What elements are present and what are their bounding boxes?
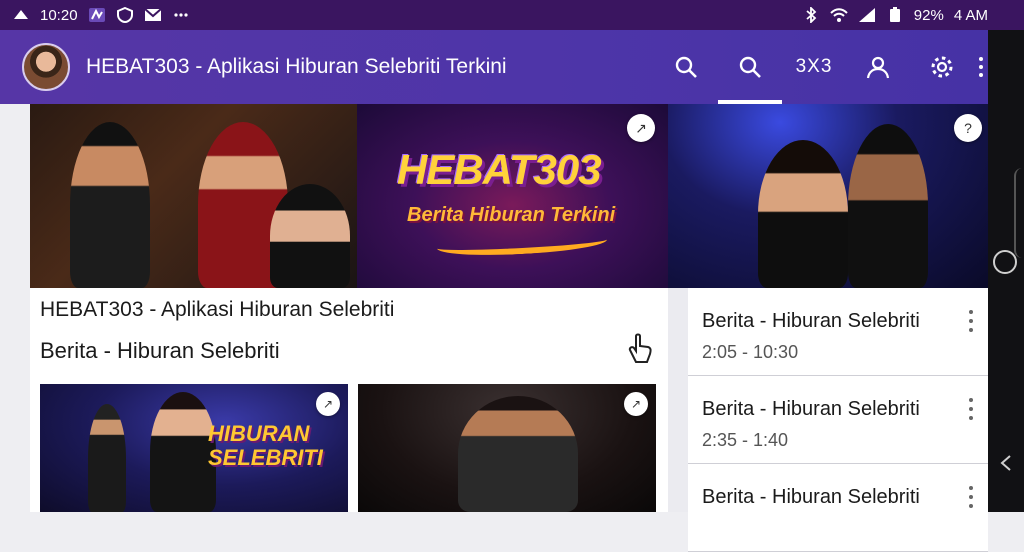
avatar[interactable] — [22, 43, 70, 91]
hero-logo-title: HEBAT303 — [397, 146, 602, 193]
more-vert-icon[interactable] — [968, 398, 974, 420]
hero-photo-celebrities[interactable] — [30, 104, 357, 288]
app-title: HEBAT303 - Aplikasi Hiburan Selebriti Te… — [86, 55, 507, 78]
code-label: 3X3 — [795, 56, 833, 77]
help-icon[interactable]: ? — [954, 114, 982, 142]
bluetooth-icon — [802, 7, 820, 23]
thumbnail-red-carpet[interactable]: HIBURAN SELEBRITI ↗ — [40, 384, 348, 512]
battery-icon — [886, 7, 904, 23]
search-icon — [675, 56, 697, 78]
list-item-time: 2:05 - 10:30 — [702, 342, 799, 362]
hero-logo-subtitle: Berita Hiburan Terkini — [407, 204, 616, 226]
back-icon[interactable] — [998, 455, 1014, 471]
battery-percent: 92% — [913, 6, 944, 24]
thumbnail-concert[interactable]: ↗ — [358, 384, 656, 512]
logo-swoosh — [436, 229, 608, 259]
overflow-menu-icon[interactable] — [974, 30, 988, 104]
app-icon — [88, 7, 106, 23]
card-subheadline: Berita - Hiburan Selebriti — [40, 338, 280, 363]
search-icon — [739, 56, 761, 78]
pointer-hand-icon[interactable] — [626, 332, 656, 366]
share-icon[interactable]: ↗ — [624, 392, 648, 416]
more-vert-icon[interactable] — [968, 486, 974, 508]
share-icon[interactable]: ↗ — [627, 114, 655, 142]
featured-card[interactable]: HEBAT303 - Aplikasi Hiburan Selebriti Be… — [30, 288, 668, 512]
status-time: 10:20 — [40, 6, 78, 24]
list-item-title: Berita - Hiburan Selebriti — [702, 310, 920, 332]
signal-icon — [858, 7, 876, 23]
card-headline: HEBAT303 - Aplikasi Hiburan Selebriti — [40, 298, 395, 321]
app-bar: HEBAT303 - Aplikasi Hiburan Selebriti Te… — [0, 30, 988, 104]
mail-icon — [143, 7, 162, 23]
hero-banner-logo[interactable]: HEBAT303 Berita Hiburan Terkini ↗ — [357, 104, 668, 288]
list-item-title: Berita - Hiburan Selebriti — [702, 486, 920, 508]
search-button[interactable] — [654, 30, 718, 104]
share-icon[interactable]: ↗ — [316, 392, 340, 416]
edge-panel-handle[interactable] — [1014, 168, 1024, 258]
search-tab-button[interactable] — [718, 30, 782, 104]
code-button[interactable]: 3X3 — [782, 30, 846, 104]
notification-icon — [12, 7, 30, 23]
hero-photo-couple[interactable]: ? — [668, 104, 988, 288]
more-vert-icon[interactable] — [968, 310, 974, 332]
list-item[interactable]: Berita - Hiburan Selebriti 2:35 - 1:40 — [688, 376, 988, 464]
settings-icon — [931, 56, 953, 78]
thumbnail-logo-text: HIBURAN SELEBRITI — [208, 421, 323, 470]
shield-icon — [116, 7, 134, 23]
status-bar: 10:20 92% 4 AM — [0, 0, 1024, 30]
list-item[interactable]: Berita - Hiburan Selebriti — [688, 464, 988, 552]
system-nav-rail — [988, 30, 1024, 512]
list-item[interactable]: Berita - Hiburan Selebriti 2:05 - 10:30 — [688, 288, 988, 376]
settings-button[interactable] — [910, 30, 974, 104]
news-list: Berita - Hiburan Selebriti 2:05 - 10:30 … — [688, 288, 988, 552]
status-clock: 4 AM — [953, 6, 988, 24]
more-dots-icon — [172, 7, 190, 23]
wifi-icon — [830, 7, 848, 23]
main-feed: HEBAT303 Berita Hiburan Terkini ↗ HEBAT3… — [0, 104, 668, 512]
list-item-time: 2:35 - 1:40 — [702, 430, 789, 450]
side-feed: ? Berita - Hiburan Selebriti 2:05 - 10:3… — [668, 104, 988, 552]
profile-button[interactable] — [846, 30, 910, 104]
home-button[interactable] — [993, 250, 1017, 274]
person-icon — [866, 56, 890, 79]
list-item-title: Berita - Hiburan Selebriti — [702, 398, 920, 420]
